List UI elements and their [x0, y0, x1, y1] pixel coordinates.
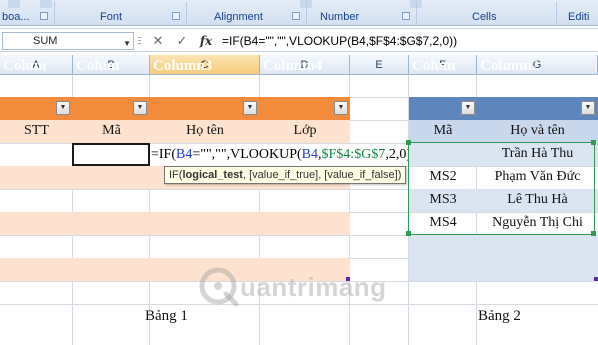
cancel-icon[interactable]: ✕: [150, 33, 166, 49]
ribbon-group-alignment[interactable]: Alignment: [214, 10, 263, 24]
table2-subheader-ma[interactable]: Mã: [409, 120, 477, 142]
active-cell-b4[interactable]: [72, 143, 150, 166]
watermark-logo: uantrimang: [196, 264, 396, 312]
filter-dropdown-icon[interactable]: ▼: [56, 101, 70, 115]
ribbon-separator: [416, 2, 417, 24]
column-header-e[interactable]: E: [350, 55, 409, 75]
name-box-value: SUM: [33, 35, 58, 47]
ribbon-icon: [40, 0, 52, 8]
ribbon-group-number[interactable]: Number: [320, 10, 359, 24]
filter-dropdown-icon[interactable]: ▼: [243, 101, 257, 115]
filter-dropdown-icon[interactable]: ▼: [334, 101, 348, 115]
table1-subheader-lop[interactable]: Lớp: [260, 120, 350, 142]
ribbon-separator: [306, 2, 307, 24]
table1-header-2[interactable]: Colum: [73, 55, 133, 77]
ribbon-group-editing[interactable]: Editi: [568, 10, 589, 24]
table1-stripe-row: [0, 212, 350, 235]
formula-bar: SUM ▼ ✕ ✓ fx =IF(B4="","",VLOOKUP(B4,$F$…: [0, 28, 598, 52]
insert-function-icon[interactable]: fx: [198, 33, 214, 49]
table2-stripe-row: [409, 258, 598, 281]
formula-part: ="","",VLOOKUP(: [192, 147, 302, 162]
table1-header-3[interactable]: Column3: [150, 55, 244, 77]
referenced-range-f4-g7[interactable]: [408, 142, 595, 235]
table1-subheader-hoten[interactable]: Họ tên: [150, 120, 260, 142]
table1-header-4[interactable]: Column4: [260, 55, 334, 77]
filter-dropdown-icon[interactable]: ▼: [133, 101, 147, 115]
table2-header-1[interactable]: Colum: [409, 55, 461, 77]
table2-subheader-hovaten[interactable]: Họ và tên: [477, 120, 598, 142]
range-resize-handle[interactable]: [406, 231, 411, 236]
table2-header-row: [409, 97, 598, 120]
formula-ref-b4: B4: [176, 147, 193, 162]
watermark-logo-icon: [199, 267, 239, 307]
table2-stripe-row: [409, 235, 598, 258]
table1-subheader-ma[interactable]: Mã: [73, 120, 150, 142]
ribbon: boa... Font Alignment Number Cells Editi: [0, 0, 598, 26]
range-resize-handle[interactable]: [591, 231, 596, 236]
ribbon-separator: [54, 2, 55, 24]
formula-ref-range: $F$4:$G$7: [321, 147, 386, 162]
table1-subheader-stt[interactable]: STT: [0, 120, 73, 142]
range-resize-handle[interactable]: [406, 140, 411, 145]
ribbon-group-clipboard[interactable]: boa...: [2, 10, 30, 24]
formula-input[interactable]: =IF(B4="","",VLOOKUP(B4,$F$4:$G$7,2,0)): [222, 33, 457, 49]
table1-header-row: [0, 97, 350, 120]
enter-icon[interactable]: ✓: [174, 33, 190, 49]
tooltip-args: , [value_if_true], [value_if_false]): [242, 169, 402, 181]
formula-part: =IF(: [151, 147, 177, 162]
ribbon-icon: [8, 0, 20, 8]
font-launcher-icon[interactable]: [172, 12, 180, 20]
cell-formula-editor[interactable]: =IF(B4="","",VLOOKUP(B4,$F$4:$G$7,2,0)): [150, 144, 416, 166]
formula-ref-b4: B4: [301, 147, 319, 162]
table2-header-2[interactable]: Column2: [477, 55, 581, 77]
tooltip-fn: IF(: [169, 169, 183, 181]
chevron-down-icon[interactable]: ▼: [123, 36, 131, 52]
table1-header-1[interactable]: Colum: [0, 55, 56, 77]
function-tooltip: IF(logical_test, [value_if_true], [value…: [164, 166, 407, 184]
filter-dropdown-icon[interactable]: ▼: [461, 101, 475, 115]
name-box[interactable]: SUM ▼: [2, 32, 134, 50]
formula-bar-grip[interactable]: [138, 37, 141, 46]
ribbon-separator: [556, 2, 557, 24]
number-launcher-icon[interactable]: [402, 12, 410, 20]
table2-resize-handle[interactable]: [594, 277, 598, 281]
ribbon-group-cells[interactable]: Cells: [472, 10, 496, 24]
alignment-launcher-icon[interactable]: [292, 12, 300, 20]
filter-dropdown-icon[interactable]: ▼: [581, 101, 595, 115]
table2-caption: Bảng 2: [478, 308, 521, 324]
clipboard-launcher-icon[interactable]: [40, 12, 48, 20]
ribbon-group-font[interactable]: Font: [100, 10, 122, 24]
table1-caption: Bảng 1: [145, 308, 188, 324]
range-resize-handle[interactable]: [591, 140, 596, 145]
tooltip-arg-logical-test[interactable]: logical_test: [182, 169, 243, 181]
watermark-text: uantrimang: [240, 272, 387, 302]
ribbon-separator: [186, 2, 187, 24]
